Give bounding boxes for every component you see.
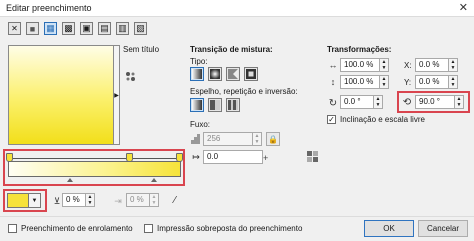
node-transparency-field[interactable]: 0 % [62,193,86,207]
gradient-bar[interactable] [8,161,181,177]
checkmark-icon: ✓ [328,114,335,124]
steps-spinner[interactable]: ▲ ▼ [253,132,262,146]
rectangular-fill-icon [246,69,256,79]
preset-name: Sem título [123,45,160,54]
mirror-label: Espelho, repetição e inversão: [190,87,298,96]
mirror-group [190,98,240,112]
default-fill-icon [192,100,202,110]
x-offset-field[interactable]: 0.0 % [415,58,449,72]
midpoint-marker-1[interactable] [67,178,73,182]
midpoint-marker-2[interactable] [151,178,157,182]
node-track [8,158,181,159]
skew-field[interactable]: 0.0 ° [340,95,374,109]
repeat-mirror-icon [210,100,220,110]
linear-fill-button[interactable] [190,67,204,81]
uniform-fill-icon: ■ [29,23,36,34]
fill-height-spinner[interactable]: ▲ ▼ [380,75,389,89]
wrap-fill-label: Preenchimento de enrolamento [21,224,133,233]
height-icon: ↕ [330,77,336,87]
fountain-fill-icon: ▦ [46,23,55,33]
elliptical-fill-icon [210,69,220,79]
bitmap-fill-button[interactable]: ▣ [80,22,93,35]
node-position-icon: ⇥ [114,195,122,206]
node-color-swatch[interactable] [7,193,29,208]
transform-header: Transformações: [327,45,392,54]
width-icon: ↔ [328,60,338,70]
window-title: Editar preenchimento [6,3,92,13]
rectangular-fill-button[interactable] [244,67,258,81]
x-offset-spinner[interactable]: ▲ ▼ [449,58,458,72]
preset-options-icon[interactable] [124,70,136,82]
conical-fill-button[interactable] [226,67,240,81]
flow-label: Fuxo: [190,120,211,129]
vector-fill-button[interactable]: ▩ [62,22,75,35]
wrap-fill-checkbox[interactable] [8,224,17,233]
transparency-icon: ⊻ [53,195,61,206]
overprint-label: Impressão sobreposta do preenchimento [157,224,303,233]
acceleration-icon: ↦ [192,151,200,162]
repeat-icon [228,100,238,110]
blend-header: Transição de mistura: [190,45,273,54]
type-label: Tipo: [190,57,208,66]
y-offset-field[interactable]: 0.0 % [415,75,449,89]
acceleration-plus-icon[interactable]: + [263,153,271,163]
blend-type-group [190,67,258,81]
two-color-fill-button[interactable]: ▤ [98,22,111,35]
uniform-fill-button[interactable]: ■ [26,22,39,35]
close-icon[interactable]: ✕ [459,1,468,14]
texture-fill-icon: ▥ [118,23,127,33]
fill-width-spinner[interactable]: ▲ ▼ [380,58,389,72]
y-label: Y: [404,78,412,87]
node-transparency-spinner[interactable]: ▲ ▼ [86,193,95,207]
node-color-dropdown[interactable]: ▼ [29,193,41,208]
y-offset-spinner[interactable]: ▲ ▼ [449,75,458,89]
conical-fill-icon [228,69,238,79]
two-color-fill-icon: ▤ [100,23,109,33]
texture-fill-button[interactable]: ▥ [116,22,129,35]
postscript-fill-icon: ▧ [136,23,145,33]
free-scale-label: Inclinação e escala livre [340,115,425,124]
no-fill-icon: ✕ [11,24,18,33]
default-fill-button[interactable] [190,98,204,112]
linear-fill-icon [192,69,202,79]
elliptical-fill-button[interactable] [208,67,222,81]
repeat-button[interactable] [226,98,240,112]
preview-dropdown-button[interactable]: ▶ [114,45,120,145]
fill-height-field[interactable]: 100.0 % [340,75,380,89]
fountain-fill-button[interactable]: ▦ [44,22,57,35]
chevron-down-icon: ▼ [31,197,38,204]
rotate-spinner[interactable]: ▲ ▼ [455,95,464,109]
lock-steps-button[interactable]: 🔒 [266,132,280,146]
no-fill-button[interactable]: ✕ [8,22,21,35]
eyedropper-icon[interactable]: ⁄ [169,194,181,206]
ok-button[interactable]: OK [364,220,414,237]
vector-fill-icon: ▩ [64,23,73,33]
skew-icon: ↻ [328,97,338,109]
rotate-icon: ⟲ [402,96,412,108]
node-options-icon[interactable] [306,150,318,162]
title-bar: Editar preenchimento ✕ [0,0,474,17]
steps-field[interactable]: 256 [203,132,253,146]
cancel-button[interactable]: Cancelar [418,220,468,237]
free-scale-checkbox[interactable]: ✓ [327,115,336,124]
postscript-fill-button[interactable]: ▧ [134,22,147,35]
overprint-checkbox[interactable] [144,224,153,233]
fill-preview [8,45,114,145]
node-position-field[interactable]: 0 % [126,193,150,207]
fill-width-field[interactable]: 100.0 % [340,58,380,72]
chevron-right-icon: ▶ [114,92,119,99]
rotate-field[interactable]: 90.0 ° [415,95,455,109]
repeat-mirror-button[interactable] [208,98,222,112]
skew-spinner[interactable]: ▲ ▼ [374,95,383,109]
fill-type-toolbar: ✕ ■ ▦ ▩ ▣ ▤ ▥ ▧ [8,22,147,35]
steps-icon [190,133,202,145]
lock-icon: 🔒 [268,134,278,144]
bitmap-fill-icon: ▣ [82,23,91,33]
x-label: X: [404,61,412,70]
footer-divider [0,216,474,217]
node-position-spinner[interactable]: ▲ ▼ [150,193,159,207]
acceleration-field[interactable]: 0.0 [203,150,263,164]
